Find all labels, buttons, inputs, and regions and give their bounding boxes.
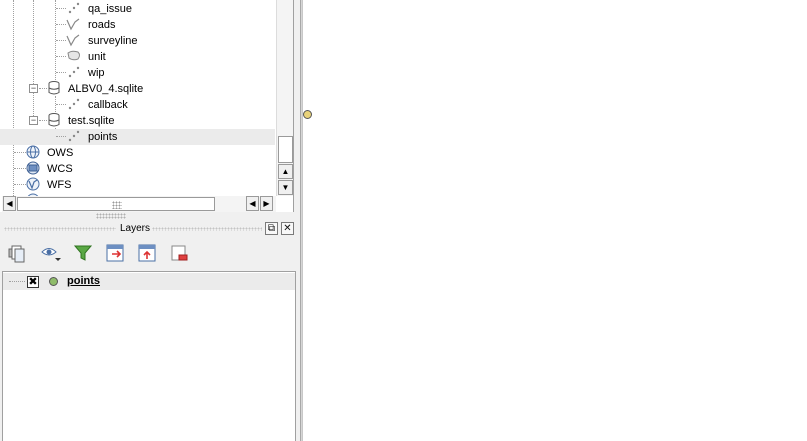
tree-item-label: WCS (47, 163, 73, 175)
scroll-left-button[interactable]: ◀ (3, 196, 16, 211)
tree-item-label: OWS (47, 147, 74, 159)
line-layer-icon (66, 18, 80, 31)
tree-item-albv0-4-sqlite[interactable]: − ALBV0_4.sqlite (0, 81, 275, 97)
map-point-feature[interactable] (303, 110, 312, 119)
tree-item-roads[interactable]: roads (0, 17, 275, 33)
tree-item-label: wip (88, 67, 105, 79)
collapse-icon[interactable]: − (29, 84, 38, 93)
tree-item-wcs[interactable]: WCS (0, 161, 275, 177)
collapse-all-icon[interactable] (136, 242, 158, 264)
layer-visibility-checkbox[interactable]: ✖ (27, 276, 39, 288)
tree-item-label: points (88, 131, 118, 143)
float-panel-button[interactable]: ⧉ (265, 222, 278, 235)
horizontal-scroll-thumb[interactable] (17, 197, 215, 211)
point-layer-icon (68, 130, 80, 142)
database-icon (48, 81, 60, 95)
horizontal-scrollbar[interactable]: ◀ ◀ ▶ (2, 196, 276, 212)
scroll-down-button[interactable]: ▼ (278, 180, 293, 195)
tree-item-qa-issue[interactable]: qa_issue (0, 1, 275, 17)
expand-all-icon[interactable] (104, 242, 126, 264)
remove-layer-icon[interactable] (168, 242, 190, 264)
vertical-scroll-thumb[interactable] (278, 136, 293, 163)
tree-item-surveyline[interactable]: surveyline (0, 33, 275, 49)
collapse-icon[interactable]: − (29, 116, 38, 125)
point-layer-icon (68, 66, 80, 78)
tree-item-wfs[interactable]: WFS (0, 177, 275, 193)
tree-item-label: ALBV0_4.sqlite (68, 83, 144, 95)
layer-row-points[interactable]: ✖ points (3, 273, 295, 290)
dock-splitter[interactable] (96, 213, 126, 219)
scroll-left-button[interactable]: ◀ (246, 196, 259, 211)
open-layer-styling-icon[interactable] (6, 242, 28, 264)
tree-item-ows[interactable]: OWS (0, 145, 275, 161)
tree-item-label: test.sqlite (68, 115, 115, 127)
tree-item-label: qa_issue (88, 3, 133, 15)
manage-visibility-icon[interactable] (40, 242, 62, 264)
tree-item-label: roads (88, 19, 116, 31)
database-icon (48, 113, 60, 127)
wfs-icon (26, 177, 40, 191)
tree-item-callback[interactable]: callback (0, 97, 275, 113)
tree-item-label: WFS (47, 179, 72, 191)
tree-item-label: unit (88, 51, 106, 63)
left-dock-panel: qa_issue roads surveyline unit wip − ALB… (0, 0, 302, 441)
filter-legend-icon[interactable] (72, 242, 94, 264)
grip-icon (112, 201, 122, 209)
tree-item-label: surveyline (88, 35, 138, 47)
vertical-scrollbar[interactable]: ▲ ▼ (276, 0, 293, 196)
point-layer-icon (68, 98, 80, 110)
layers-list: ✖ points (2, 271, 296, 441)
point-symbol-icon (49, 277, 58, 286)
tree-item-label: callback (88, 99, 128, 111)
scroll-right-button[interactable]: ▶ (260, 196, 273, 211)
line-layer-icon (66, 34, 80, 47)
polygon-layer-icon (67, 50, 80, 61)
browser-tree: qa_issue roads surveyline unit wip − ALB… (0, 0, 294, 212)
tree-item-points[interactable]: points (0, 129, 275, 145)
tree-item-wip[interactable]: wip (0, 65, 275, 81)
tree-item-unit[interactable]: unit (0, 49, 275, 65)
layers-panel-title-bar[interactable]: Layers ⧉ ✕ (0, 221, 296, 237)
layers-panel-title: Layers (120, 223, 151, 234)
layer-name: points (67, 275, 100, 287)
title-grip (4, 227, 116, 231)
map-canvas[interactable] (303, 0, 807, 441)
title-grip (152, 227, 262, 231)
point-layer-icon (68, 2, 80, 14)
globe-icon (26, 145, 40, 159)
tree-item-test-sqlite[interactable]: − test.sqlite (0, 113, 275, 129)
layers-toolbar (4, 240, 296, 266)
close-panel-button[interactable]: ✕ (281, 222, 294, 235)
wcs-icon (26, 161, 40, 175)
scroll-up-button[interactable]: ▲ (278, 164, 293, 179)
